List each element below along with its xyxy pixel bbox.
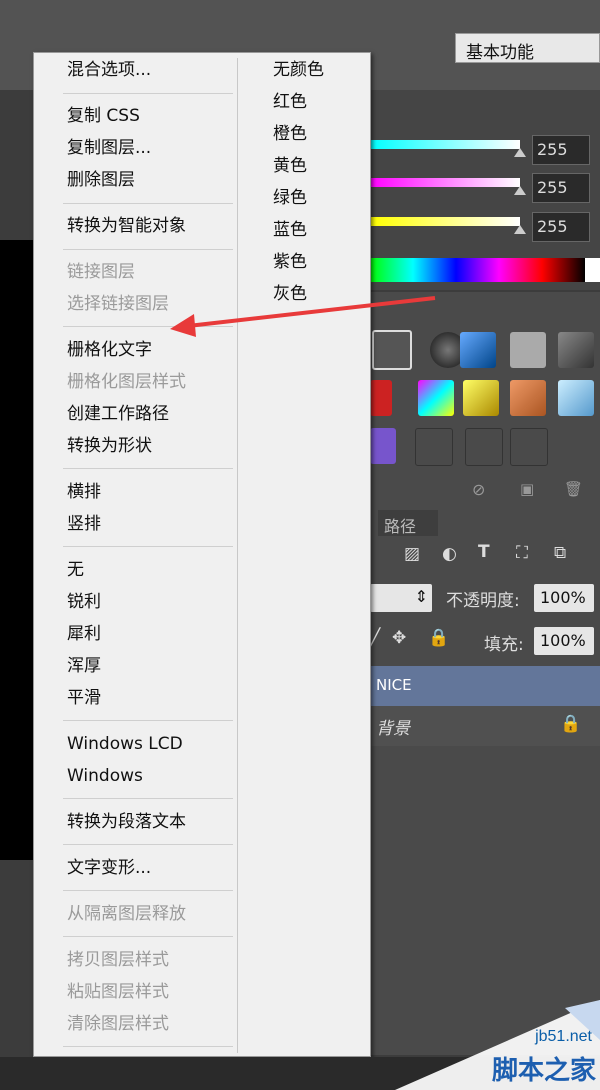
menu-item-duplicate-layer[interactable]: 复制图层... — [67, 138, 151, 158]
menu-item-delete-layer[interactable]: 删除图层 — [67, 170, 135, 190]
menu-separator — [63, 468, 233, 469]
color-panel: 255 255 255 — [370, 90, 600, 290]
channel-value[interactable]: 255 — [532, 173, 590, 203]
new-style-icon[interactable]: ▣ — [520, 480, 534, 498]
menu-item-aa-sharp[interactable]: 锐利 — [67, 592, 101, 612]
text-icon[interactable]: T — [478, 542, 490, 562]
layers-panel: ▨ ◐ T ⛶ ⧉ ⇕ 不透明度: 100% ╱ ✥ 🔒 填充: 100% — [370, 510, 600, 1055]
smart-object-icon[interactable]: ⧉ — [554, 543, 566, 563]
menu-item-select-linked-layers: 选择链接图层 — [67, 294, 169, 314]
fill-label: 填充: — [484, 635, 524, 655]
style-swatch[interactable] — [460, 332, 496, 368]
lock-icon[interactable]: 🔒 — [428, 628, 449, 648]
menu-item-color-orange[interactable]: 橙色 — [273, 124, 307, 144]
menu-item-color-green[interactable]: 绿色 — [273, 188, 307, 208]
layer-name: 背景 — [376, 719, 410, 739]
menu-separator — [63, 844, 233, 845]
menu-item-copy-css[interactable]: 复制 CSS — [67, 106, 140, 126]
menu-item-aa-strong[interactable]: 浑厚 — [67, 656, 101, 676]
menu-item-warp-text[interactable]: 文字变形... — [67, 858, 151, 878]
menu-item-windows-lcd[interactable]: Windows LCD — [67, 734, 183, 754]
color-spectrum[interactable] — [370, 258, 585, 282]
cyan-slider[interactable] — [370, 140, 520, 149]
menu-item-rasterize-layer-style: 栅格化图层样式 — [67, 372, 186, 392]
style-swatch[interactable] — [510, 428, 548, 466]
white-swatch[interactable] — [585, 258, 600, 282]
menu-item-convert-to-shape[interactable]: 转换为形状 — [67, 436, 152, 456]
move-icon[interactable]: ✥ — [392, 628, 406, 648]
channel-value[interactable]: 255 — [532, 135, 590, 165]
menu-item-blending-options[interactable]: 混合选项... — [67, 60, 151, 80]
style-swatch[interactable] — [418, 380, 454, 416]
annotation-arrow — [170, 296, 436, 337]
tab-paths[interactable]: 路径 — [378, 510, 438, 536]
style-swatch[interactable] — [415, 428, 453, 466]
opacity-input[interactable]: 100% — [534, 584, 594, 612]
style-swatch[interactable] — [463, 380, 499, 416]
menu-item-rasterize-type[interactable]: 栅格化文字 — [67, 340, 152, 360]
layer-row-background[interactable]: 背景 🔒 — [370, 706, 600, 746]
slider-handle[interactable] — [514, 225, 526, 234]
menu-separator — [63, 936, 233, 937]
style-swatch[interactable] — [370, 380, 392, 416]
menu-item-color-blue[interactable]: 蓝色 — [273, 220, 307, 240]
menu-item-aa-smooth[interactable]: 平滑 — [67, 688, 101, 708]
style-swatch[interactable] — [510, 380, 546, 416]
circle-half-icon[interactable]: ◐ — [442, 544, 457, 564]
slider-handle[interactable] — [514, 148, 526, 157]
layer-row-nice[interactable]: NICE — [370, 666, 600, 706]
trash-icon[interactable]: 🗑 — [564, 480, 583, 498]
menu-item-copy-layer-style: 拷贝图层样式 — [67, 950, 169, 970]
menu-item-link-layers: 链接图层 — [67, 262, 135, 282]
menu-item-clear-layer-style: 清除图层样式 — [67, 1014, 169, 1034]
menu-item-aa-crisp[interactable]: 犀利 — [67, 624, 101, 644]
lock-pixels-icon[interactable]: ╱ — [370, 628, 380, 648]
menu-separator — [63, 546, 233, 547]
menu-item-color-red[interactable]: 红色 — [273, 92, 307, 112]
channel-value[interactable]: 255 — [532, 212, 590, 242]
workspace-label: 基本功能 — [466, 43, 534, 63]
menu-item-vertical[interactable]: 竖排 — [67, 514, 101, 534]
menu-separator — [63, 249, 233, 250]
menu-item-convert-smart-object[interactable]: 转换为智能对象 — [67, 216, 186, 236]
style-swatch[interactable] — [465, 428, 503, 466]
style-swatch[interactable] — [558, 332, 594, 368]
lock-icon: 🔒 — [560, 714, 582, 734]
watermark-url: jb51.net — [535, 1028, 592, 1045]
menu-item-color-violet[interactable]: 紫色 — [273, 252, 307, 272]
menu-separator — [63, 93, 233, 94]
menu-item-aa-none[interactable]: 无 — [67, 560, 84, 580]
watermark-brand: 脚本之家 — [491, 1056, 596, 1086]
menu-item-release-isolation: 从隔离图层释放 — [67, 904, 186, 924]
workspace-dropdown[interactable]: 基本功能 — [455, 33, 600, 63]
menu-item-convert-paragraph-text[interactable]: 转换为段落文本 — [67, 812, 186, 832]
blend-mode-dropdown[interactable]: ⇕ — [370, 584, 432, 612]
magenta-slider[interactable] — [370, 178, 520, 187]
menu-item-windows[interactable]: Windows — [67, 766, 143, 786]
fill-input[interactable]: 100% — [534, 627, 594, 655]
stepper-icon: ⇕ — [414, 587, 428, 606]
yellow-slider[interactable] — [370, 217, 520, 226]
style-swatch[interactable] — [370, 428, 396, 464]
style-swatch[interactable] — [510, 332, 546, 368]
menu-item-create-work-path[interactable]: 创建工作路径 — [67, 404, 169, 424]
menu-item-color-yellow[interactable]: 黄色 — [273, 156, 307, 176]
menu-column-divider — [237, 58, 238, 1053]
menu-item-color-none[interactable]: 无颜色 — [273, 60, 324, 80]
transform-icon[interactable]: ⛶ — [516, 543, 528, 563]
menu-item-paste-layer-style: 粘贴图层样式 — [67, 982, 169, 1002]
clear-style-icon[interactable]: ⊘ — [472, 480, 485, 499]
slider-handle[interactable] — [514, 186, 526, 195]
menu-separator — [63, 720, 233, 721]
menu-separator — [63, 203, 233, 204]
menu-separator — [63, 798, 233, 799]
menu-separator — [63, 1046, 233, 1047]
style-swatch[interactable] — [558, 380, 594, 416]
menu-item-horizontal[interactable]: 横排 — [67, 482, 101, 502]
opacity-label: 不透明度: — [446, 591, 520, 611]
image-icon[interactable]: ▨ — [404, 544, 420, 564]
menu-separator — [63, 890, 233, 891]
layer-name: NICE — [376, 676, 412, 694]
